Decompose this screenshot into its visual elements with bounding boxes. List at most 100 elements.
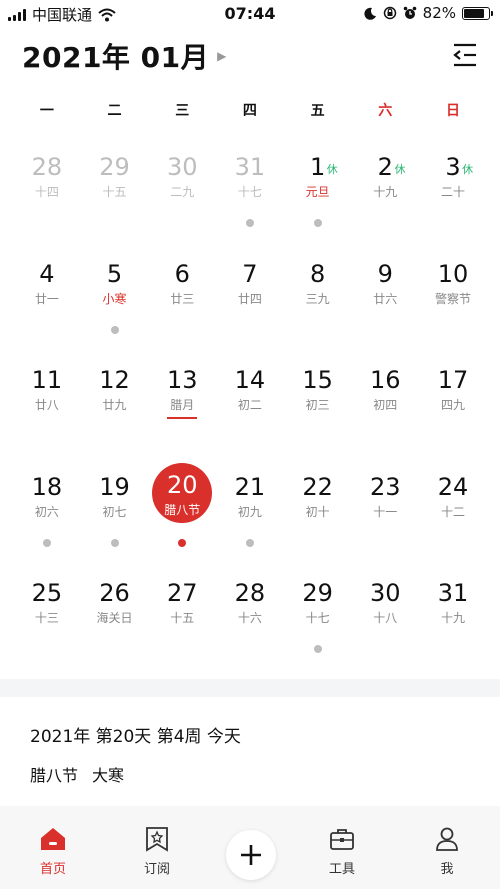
day-number: 25 [31, 579, 63, 608]
tab-subscribe[interactable]: 订阅 [122, 826, 192, 877]
day-number: 14 [234, 366, 266, 395]
event-dot [110, 325, 119, 334]
day-number: 30 [166, 153, 198, 181]
lunar-date: 十五 [102, 185, 127, 199]
calendar-day[interactable]: 21 初九 [216, 472, 284, 579]
lunar-date: 十九 [373, 185, 398, 199]
calendar-day[interactable]: 10 警察节 [419, 259, 487, 366]
day-number: 13 [166, 366, 198, 395]
calendar-day[interactable]: 1 元旦 休 [284, 152, 352, 259]
calendar-day[interactable]: 4 廿一 [13, 259, 81, 366]
weekday-header: 一 二 三 四 五 六 日 [13, 100, 487, 120]
lunar-date: 警察节 [434, 291, 471, 306]
status-right: 82% [364, 4, 493, 22]
tab-home-label: 首页 [39, 862, 66, 877]
lunar-date: 小寒 [102, 291, 127, 306]
calendar-day[interactable]: 30 十八 [351, 578, 419, 685]
toolbox-icon [330, 829, 354, 850]
day-number: 31 [437, 579, 469, 608]
tab-me-label: 我 [440, 862, 454, 877]
lunar-date: 初六 [34, 504, 59, 519]
calendar-day[interactable]: 31 十七 [216, 152, 284, 259]
lunar-date: 腊月 [170, 398, 195, 413]
calendar-day[interactable]: 19 初七 [81, 472, 149, 579]
calendar-day[interactable]: 28 十四 [13, 152, 81, 259]
lunar-date: 三九 [305, 291, 330, 306]
lunar-date: 初二 [237, 398, 262, 413]
tab-tools[interactable]: 工具 [307, 826, 377, 877]
day-number: 28 [234, 579, 266, 608]
lunar-date: 十六 [237, 611, 262, 626]
calendar-day[interactable]: 27 十五 [148, 578, 216, 685]
lunar-date: 廿一 [34, 291, 59, 306]
calendar-day[interactable]: 5 小寒 [81, 259, 149, 366]
lunar-date: 元旦 [305, 185, 330, 199]
calendar-day[interactable]: 29 十五 [81, 152, 149, 259]
solar-term-name: 大寒 [92, 766, 125, 785]
lunar-date: 廿六 [373, 291, 398, 306]
calendar-day[interactable]: 23 十一 [351, 472, 419, 579]
calendar-day[interactable]: 17 四九 [419, 365, 487, 472]
tab-me[interactable]: 我 [412, 826, 482, 877]
calendar-day[interactable]: 22 初十 [284, 472, 352, 579]
day-number: 18 [31, 472, 63, 501]
calendar-day[interactable]: 24 十二 [419, 472, 487, 579]
calendar-day[interactable]: 26 海关日 [81, 578, 149, 685]
holiday-rest-badge: 休 [394, 163, 406, 176]
weekday-wed: 三 [175, 103, 190, 119]
calendar-day[interactable]: 31 十九 [419, 578, 487, 685]
calendar-day[interactable]: 30 二九 [148, 152, 216, 259]
day-number: 12 [99, 366, 130, 395]
day-number: 21 [234, 472, 266, 501]
calendar-day[interactable]: 25 十三 [13, 578, 81, 685]
day-number: 15 [302, 366, 333, 395]
calendar-day[interactable]: 14 初二 [216, 365, 284, 472]
day-number: 22 [302, 472, 333, 501]
weekday-tue: 二 [107, 103, 122, 119]
lunar-date: 十九 [440, 611, 465, 626]
rotation-lock-icon [383, 6, 396, 20]
calendar-grid: 28 十四 29 十五 30 二九 31 十七 1 元旦休 2 十九休 3 二十休 4 廿一 5 小寒 6 廿三 7 廿四… [13, 152, 487, 685]
lunar-date: 十二 [440, 504, 465, 519]
add-button[interactable] [226, 830, 276, 880]
calendar-day[interactable]: 15 初三 [284, 365, 352, 472]
day-number: 23 [370, 472, 401, 501]
lunar-date: 海关日 [96, 611, 133, 626]
day-number: 19 [99, 472, 130, 501]
battery-percent: 82% [422, 4, 456, 22]
alarm-icon [403, 6, 416, 19]
calendar-day[interactable]: 7 廿四 [216, 259, 284, 366]
day-number: 9 [377, 259, 393, 288]
calendar-day[interactable]: 2 十九 休 [351, 152, 419, 259]
calendar-day[interactable]: 16 初四 [351, 365, 419, 472]
calendar-day[interactable]: 9 廿六 [351, 259, 419, 366]
day-number: 31 [234, 153, 266, 181]
calendar-day[interactable]: 13 腊月 [148, 365, 216, 472]
bookmark-star-icon [146, 827, 168, 852]
bottom-tab-bar: 首页 订阅 工具 我 [0, 806, 500, 889]
day-number: 2 [377, 153, 393, 181]
collapse-menu-icon[interactable] [452, 42, 478, 68]
weekday-sun: 日 [445, 103, 460, 119]
day-number: 20 [166, 470, 198, 499]
calendar-day[interactable]: 3 二十 休 [419, 152, 487, 259]
calendar-day[interactable]: 8 三九 [284, 259, 352, 366]
holiday-rest-badge: 休 [326, 163, 338, 176]
calendar-day[interactable]: 11 廿八 [13, 365, 81, 472]
battery-icon [462, 6, 493, 20]
calendar-day-today[interactable]: 20 腊八节 [148, 462, 216, 579]
calendar-day[interactable]: 12 廿九 [81, 365, 149, 472]
month-start-marker [167, 417, 198, 420]
day-number: 8 [309, 259, 326, 288]
day-number: 26 [99, 579, 130, 608]
weekday-fri: 五 [310, 103, 325, 119]
calendar-day[interactable]: 18 初六 [13, 472, 81, 579]
weekday-sat: 六 [378, 103, 393, 119]
month-title[interactable]: 2021年 01月 ▶ [22, 36, 227, 76]
calendar-day[interactable]: 29 十七 [284, 578, 352, 685]
calendar-day[interactable]: 6 廿三 [148, 259, 216, 366]
lunar-date: 十四 [34, 185, 59, 199]
calendar-day[interactable]: 28 十六 [216, 578, 284, 685]
battery-fill [464, 8, 484, 18]
tab-home[interactable]: 首页 [18, 826, 88, 877]
